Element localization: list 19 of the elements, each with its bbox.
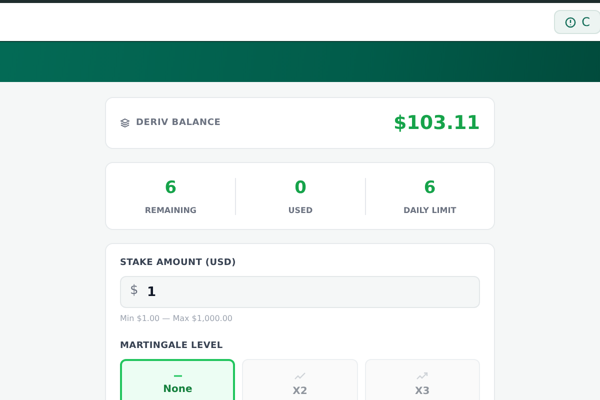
trend-up-icon xyxy=(416,372,428,380)
stake-label: STAKE AMOUNT (USD) xyxy=(120,258,237,268)
dash-icon xyxy=(172,374,183,378)
martingale-label: MARTINGALE LEVEL xyxy=(120,341,224,351)
balance-amount: $103.11 xyxy=(393,112,480,134)
martingale-option[interactable]: None xyxy=(120,359,236,400)
stat-value: 0 xyxy=(294,178,306,198)
stake-hint: Min $1.00 — Max $1,000.00 xyxy=(120,314,234,323)
currency-symbol: $ xyxy=(130,283,138,298)
stat-label: DAILY LIMIT xyxy=(403,206,456,214)
stat-label: REMAINING xyxy=(144,206,196,214)
balance-label: DERIV BALANCE xyxy=(136,118,221,128)
stat-label: USED xyxy=(288,206,313,214)
layers-icon xyxy=(120,118,130,128)
stat-value: 6 xyxy=(164,178,177,198)
stat-value: 6 xyxy=(424,178,436,198)
info-icon xyxy=(564,16,576,28)
trend-line-icon xyxy=(294,372,306,380)
notice-button[interactable]: C xyxy=(554,10,600,34)
